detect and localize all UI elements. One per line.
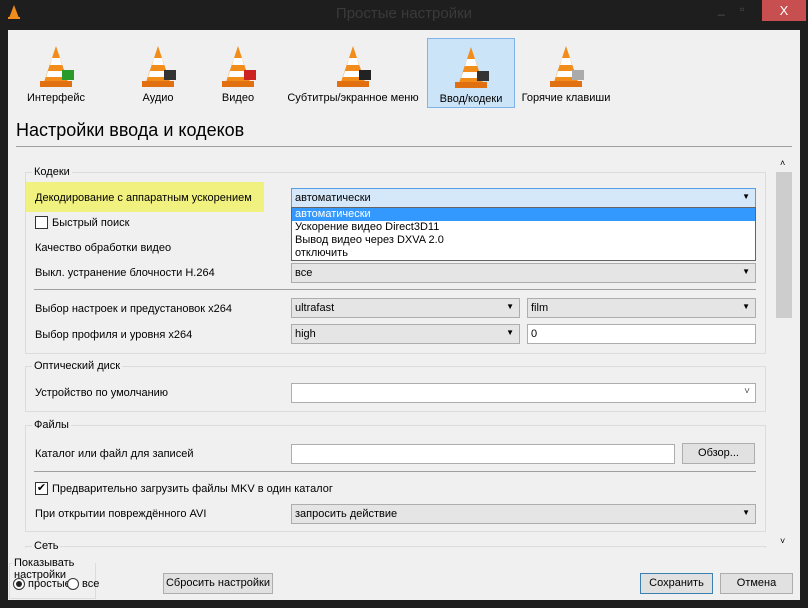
tab-label: Горячие клавиши (521, 92, 611, 104)
tab-interface[interactable]: Интерфейс (18, 38, 94, 108)
quality-label: Качество обработки видео (35, 242, 172, 254)
chevron-down-icon: ▼ (742, 302, 750, 311)
tab-audio[interactable]: Аудио (120, 38, 196, 108)
save-button[interactable]: Сохранить (640, 573, 713, 594)
cancel-button[interactable]: Отмена (720, 573, 793, 594)
browse-button[interactable]: Обзор... (682, 443, 755, 464)
tab-label: Аудио (142, 92, 174, 104)
checkmark-icon: ✔ (36, 482, 47, 494)
tab-input-codecs[interactable]: Ввод/кодеки (427, 38, 515, 108)
chevron-down-icon: ▼ (506, 328, 514, 337)
tab-label: Ввод/кодеки (439, 93, 503, 105)
tab-video[interactable]: Видео (200, 38, 276, 108)
preferences-panel: Интерфейс Аудио Видео Субтитры/экранное мен… (8, 30, 800, 600)
input-codecs-cone-icon (455, 47, 489, 88)
window-title: Простые настройки (335, 5, 473, 22)
chevron-down-icon: ▼ (742, 192, 750, 201)
dropdown-option[interactable]: Ускорение видео Direct3D11 (292, 221, 755, 234)
radio-all[interactable] (67, 578, 79, 590)
reset-button[interactable]: Сбросить настройки (163, 573, 273, 594)
show-settings-group: Показывать настройки простые все (9, 557, 100, 599)
scrollbar[interactable]: ˄ ˅ (776, 158, 792, 548)
subtitles-cone-icon (337, 46, 371, 87)
network-group: Сеть (25, 540, 766, 549)
default-device-label: Устройство по умолчанию (35, 387, 169, 399)
scroll-up-icon[interactable]: ˄ (780, 158, 785, 168)
group-label: Сеть (32, 540, 61, 549)
chevron-down-icon: ▼ (742, 267, 750, 276)
hw-decoding-label: Декодирование с аппаратным ускорением (35, 192, 252, 204)
x264-profile-select[interactable]: high ▼ (291, 324, 520, 344)
record-dir-input[interactable] (291, 444, 675, 464)
selected-value: high (295, 328, 316, 340)
selected-value: все (295, 267, 313, 279)
video-cone-icon (222, 46, 256, 87)
dropdown-option[interactable]: Вывод видео через DXVA 2.0 (292, 234, 755, 247)
radio-simple-label: простые (28, 578, 71, 590)
hotkeys-cone-icon (550, 46, 584, 87)
mkv-preload-label: Предварительно загрузить файлы MKV в оди… (52, 483, 333, 495)
selected-value: запросить действие (295, 508, 398, 520)
divider (34, 471, 756, 472)
selected-value: film (531, 302, 549, 314)
chevron-down-icon: ˅ (744, 386, 750, 397)
radio-simple[interactable] (13, 578, 25, 590)
group-label: Оптический диск (32, 360, 123, 372)
tab-label: Интерфейс (27, 92, 85, 104)
title-bar: Простые настройки _ ▫ X (0, 0, 808, 30)
tab-label: Субтитры/экранное меню (287, 92, 419, 104)
selected-value: автоматически (295, 192, 371, 204)
hw-decoding-select[interactable]: автоматически ▼ (291, 188, 756, 208)
damaged-avi-label: При открытии повреждённого AVI (35, 508, 207, 520)
dropdown-option[interactable]: автоматически (292, 208, 755, 221)
x264-preset-select[interactable]: ultrafast ▼ (291, 298, 520, 318)
tab-subtitles[interactable]: Субтитры/экранное меню (280, 38, 426, 108)
scroll-down-icon[interactable]: ˅ (780, 536, 785, 546)
dropdown-option[interactable]: отключить (292, 247, 755, 260)
x264-preset-label: Выбор настроек и предустановок x264 (35, 303, 233, 315)
fast-seek-checkbox[interactable] (35, 216, 48, 229)
divider (34, 289, 756, 290)
x264-level-input[interactable]: 0 (527, 324, 756, 344)
group-label: Кодеки (32, 166, 72, 178)
fast-seek-label: Быстрый поиск (52, 217, 130, 229)
interface-cone-icon (40, 46, 74, 87)
audio-cone-icon (142, 46, 176, 87)
divider (16, 146, 792, 147)
maximize-button[interactable]: ▫ (740, 2, 754, 16)
chevron-down-icon: ▼ (506, 302, 514, 311)
selected-value: ultrafast (295, 302, 335, 314)
h264-deblock-select[interactable]: все ▼ (291, 263, 756, 283)
hw-decoding-dropdown: автоматически Ускорение видео Direct3D11… (291, 207, 756, 261)
minimize-button[interactable]: _ (718, 2, 732, 16)
damaged-avi-select[interactable]: запросить действие ▼ (291, 504, 756, 524)
scrollbar-thumb[interactable] (776, 172, 792, 318)
tab-hotkeys[interactable]: Горячие клавиши (516, 38, 616, 108)
default-device-select[interactable]: ˅ (291, 383, 756, 403)
group-label: Файлы (32, 419, 71, 431)
chevron-down-icon: ▼ (742, 508, 750, 517)
h264-deblock-label: Выкл. устранение блочности H.264 (35, 267, 215, 279)
tab-label: Видео (221, 92, 255, 104)
x264-profile-label: Выбор профиля и уровня x264 (35, 329, 193, 341)
mkv-preload-checkbox[interactable]: ✔ (35, 482, 48, 495)
record-dir-label: Каталог или файл для записей (35, 448, 194, 460)
close-button[interactable]: X (762, 0, 806, 21)
x264-tune-select[interactable]: film ▼ (527, 298, 756, 318)
page-title: Настройки ввода и кодеков (16, 120, 245, 140)
radio-all-label: все (82, 578, 100, 590)
